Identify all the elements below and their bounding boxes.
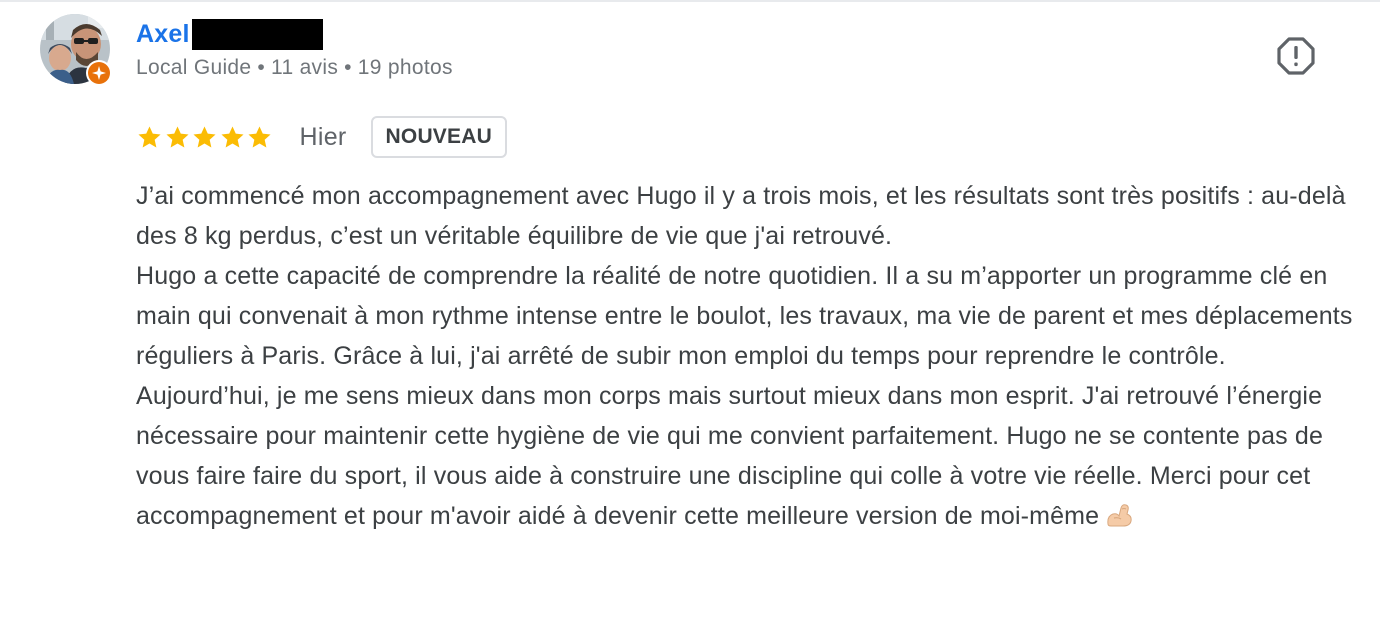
review-paragraph: Hugo a cette capacité de comprendre la r… xyxy=(136,262,1353,370)
star-icon xyxy=(165,125,189,148)
local-guide-badge xyxy=(86,60,112,86)
meta-separator: • xyxy=(344,56,352,79)
new-badge: NOUVEAU xyxy=(370,116,507,158)
reviewer-first-name: Axel xyxy=(136,19,190,48)
reviewer-avatar[interactable] xyxy=(40,14,112,86)
star-icon xyxy=(193,125,216,148)
reviewer-name[interactable]: Axel xyxy=(136,16,323,52)
report-review-button[interactable] xyxy=(1276,36,1316,76)
review-paragraph-last: Aujourd’hui, je me sens mieux dans mon c… xyxy=(136,376,1356,536)
report-icon xyxy=(1277,37,1315,75)
review-paragraph-text: Aujourd’hui, je me sens mieux dans mon c… xyxy=(136,382,1323,530)
review-body: J’ai commencé mon accompagnement avec Hu… xyxy=(136,176,1356,536)
review-card: Axel Local Guide • 11 avis • 19 photos Hier … xyxy=(0,0,1380,632)
star-icon xyxy=(220,125,244,148)
local-guide-badge-icon xyxy=(88,62,110,84)
review-paragraph: J’ai commencé mon accompagnement avec Hu… xyxy=(136,182,1346,250)
star-rating xyxy=(136,124,274,151)
reviewer-meta: Local Guide • 11 avis • 19 photos xyxy=(136,56,453,80)
flexed-biceps-emoji xyxy=(1107,504,1132,527)
local-guide-label: Local Guide xyxy=(136,56,252,79)
star-icon xyxy=(138,125,161,148)
meta-separator: • xyxy=(257,56,266,79)
photo-count: 19 photos xyxy=(357,56,453,79)
redacted-surname xyxy=(191,18,323,50)
review-count: 11 avis xyxy=(271,56,339,79)
rating-row: Hier NOUVEAU xyxy=(136,114,507,160)
review-date: Hier xyxy=(299,122,347,151)
star-icon xyxy=(248,125,271,148)
